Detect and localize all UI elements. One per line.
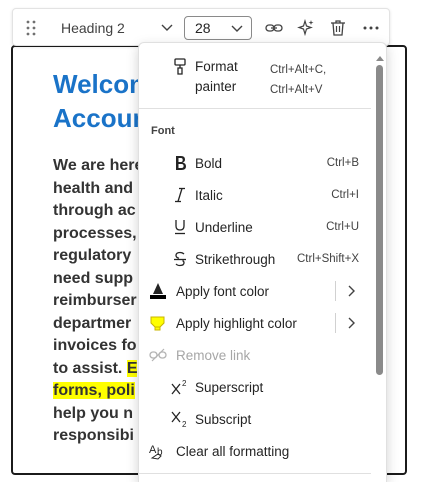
svg-text:A: A [149, 444, 157, 456]
menu-divider [139, 473, 371, 474]
menu-item-shortcut: Ctrl+I [331, 189, 359, 201]
chevron-right-icon[interactable] [343, 283, 359, 299]
more-options-icon[interactable] [359, 17, 383, 39]
menu-item-apply-font-color[interactable]: Apply font color [139, 275, 371, 307]
link-icon[interactable] [263, 17, 285, 39]
menu-item-label: Apply highlight color [176, 315, 297, 331]
highlighted-text: E [126, 359, 138, 377]
format-painter-item[interactable]: Format painter Ctrl+Alt+C, Ctrl+Alt+V [139, 55, 371, 99]
italic-icon [171, 186, 189, 204]
strikethrough-icon [171, 250, 189, 268]
menu-scrollbar[interactable] [373, 43, 386, 482]
chevron-down-icon [159, 19, 175, 40]
scroll-up-arrow-icon[interactable] [375, 49, 385, 61]
menu-item-remove-link: Remove link [139, 339, 371, 371]
font-size-value: 28 [195, 20, 211, 36]
menu-item-label: Apply font color [176, 283, 270, 299]
highlighter-icon [149, 314, 167, 332]
menu-item-label: Underline [195, 219, 253, 235]
drag-handle-icon[interactable] [23, 18, 39, 38]
underline-icon [171, 218, 189, 236]
menu-item-subscript[interactable]: 2 Subscript [139, 403, 371, 435]
split-divider [335, 281, 336, 301]
format-painter-label: Format painter [195, 59, 238, 94]
menu-item-italic[interactable]: Italic Ctrl+I [139, 179, 371, 211]
chevron-down-icon [229, 20, 245, 41]
bold-icon [171, 154, 189, 172]
menu-item-shortcut: Ctrl+B [326, 157, 359, 169]
body-line-text: to assist. [53, 359, 123, 377]
menu-item-apply-highlight-color[interactable]: Apply highlight color [139, 307, 371, 339]
menu-item-superscript[interactable]: 2 Superscript [139, 371, 371, 403]
highlighted-text: forms, poli [53, 382, 135, 399]
svg-text:2: 2 [182, 420, 187, 428]
menu-item-strikethrough[interactable]: Strikethrough Ctrl+Shift+X [139, 243, 371, 275]
text-style-value: Heading 2 [61, 20, 125, 36]
delete-icon[interactable] [327, 17, 349, 39]
format-painter-shortcut: Ctrl+Alt+C, Ctrl+Alt+V [270, 64, 327, 96]
menu-item-label: Strikethrough [195, 251, 276, 267]
menu-item-bold[interactable]: Bold Ctrl+B [139, 147, 371, 179]
menu-item-label: Italic [195, 187, 223, 203]
font-color-icon [149, 282, 167, 300]
chevron-right-icon[interactable] [343, 315, 359, 331]
clear-formatting-icon: Ab [149, 442, 167, 460]
format-painter-icon [171, 58, 189, 76]
menu-item-clear-formatting[interactable]: Ab Clear all formatting [139, 435, 371, 467]
subscript-icon: 2 [171, 410, 189, 428]
menu-item-shortcut: Ctrl+Shift+X [297, 253, 359, 265]
scrollbar-thumb[interactable] [376, 65, 383, 375]
menu-item-label: Remove link [176, 347, 251, 363]
formatting-menu: Format painter Ctrl+Alt+C, Ctrl+Alt+V Fo… [138, 42, 387, 482]
menu-item-label: Clear all formatting [176, 443, 290, 459]
text-style-dropdown[interactable]: Heading 2 [53, 16, 179, 40]
sparkle-icon[interactable] [295, 17, 317, 39]
menu-divider [139, 108, 371, 109]
menu-item-shortcut: Ctrl+U [326, 221, 359, 233]
menu-item-underline[interactable]: Underline Ctrl+U [139, 211, 371, 243]
superscript-icon: 2 [171, 378, 189, 396]
font-size-combobox[interactable]: 28 [184, 16, 252, 40]
section-font-heading: Font [151, 125, 175, 137]
svg-text:2: 2 [182, 379, 187, 388]
menu-item-label: Bold [195, 155, 223, 171]
menu-item-label: Subscript [195, 411, 252, 427]
floating-toolbar: Heading 2 28 [12, 8, 390, 46]
menu-item-label: Superscript [195, 379, 264, 395]
split-divider [335, 313, 336, 333]
unlink-icon [149, 346, 167, 364]
